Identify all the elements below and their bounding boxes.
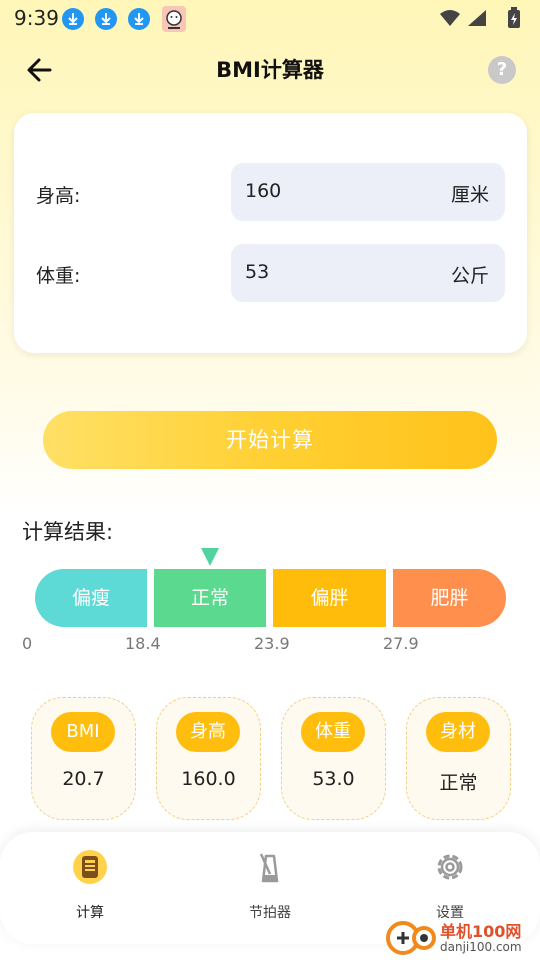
segment-normal: 正常 bbox=[154, 569, 266, 627]
stat-card-bmi: BMI 20.7 bbox=[31, 697, 136, 820]
stat-card-height: 身高 160.0 bbox=[156, 697, 261, 820]
signal-icon bbox=[468, 10, 486, 26]
result-title: 计算结果: bbox=[22, 520, 114, 544]
wifi-icon bbox=[440, 10, 460, 26]
stat-label: BMI bbox=[51, 712, 115, 752]
weight-field[interactable]: 53 公斤 bbox=[231, 244, 505, 302]
download-icon bbox=[128, 8, 150, 30]
weight-label: 体重: bbox=[36, 265, 81, 287]
battery-charging-icon bbox=[508, 7, 520, 28]
watermark: 单机100网 danji100.com bbox=[386, 918, 536, 958]
watermark-logo-icon bbox=[386, 921, 436, 955]
nav-label-calculate: 计算 bbox=[76, 905, 104, 921]
download-icon bbox=[62, 8, 84, 30]
stat-card-weight: 体重 53.0 bbox=[281, 697, 386, 820]
weight-value[interactable]: 53 bbox=[245, 261, 269, 283]
stat-card-figure: 身材 正常 bbox=[406, 697, 511, 820]
segment-underweight: 偏瘦 bbox=[35, 569, 147, 627]
tick-label: 27.9 bbox=[383, 634, 419, 653]
stat-label: 身高 bbox=[176, 712, 240, 752]
status-time: 9:39 bbox=[14, 6, 59, 30]
height-field[interactable]: 160 厘米 bbox=[231, 163, 505, 221]
status-bar: 9:39 bbox=[0, 0, 540, 38]
nav-label-metronome: 节拍器 bbox=[249, 905, 291, 921]
calculator-icon bbox=[73, 850, 107, 884]
watermark-text: 单机100网 bbox=[440, 922, 522, 941]
height-unit: 厘米 bbox=[450, 184, 489, 206]
nav-item-metronome[interactable]: 节拍器 bbox=[210, 832, 330, 944]
stat-label: 体重 bbox=[301, 712, 365, 752]
weight-unit: 公斤 bbox=[450, 265, 489, 287]
input-card: 身高: 160 厘米 体重: 53 公斤 bbox=[14, 113, 527, 353]
download-icon bbox=[95, 8, 117, 30]
stat-value: 160.0 bbox=[181, 768, 236, 790]
nav-item-calculate[interactable]: 计算 bbox=[30, 832, 150, 944]
segment-overweight: 偏胖 bbox=[273, 569, 386, 627]
status-icons bbox=[438, 6, 526, 32]
height-value[interactable]: 160 bbox=[245, 180, 281, 202]
page-title: BMI计算器 bbox=[216, 58, 324, 82]
tick-label: 23.9 bbox=[254, 634, 290, 653]
tick-label: 0 bbox=[22, 634, 33, 653]
question-icon[interactable]: ? bbox=[488, 56, 516, 84]
gear-icon bbox=[433, 850, 467, 884]
segment-obese: 肥胖 bbox=[393, 569, 506, 627]
stat-label: 身材 bbox=[426, 712, 490, 752]
stat-value: 53.0 bbox=[312, 768, 355, 790]
stat-value: 20.7 bbox=[62, 768, 105, 790]
calculate-button[interactable]: 开始计算 bbox=[43, 411, 497, 469]
bmi-indicator-marker bbox=[201, 548, 219, 566]
tick-label: 18.4 bbox=[125, 634, 161, 653]
watermark-sub: danji100.com bbox=[440, 940, 522, 954]
app-badge-icon bbox=[162, 6, 186, 32]
metronome-icon bbox=[253, 850, 287, 884]
height-label: 身高: bbox=[36, 185, 81, 207]
stat-value: 正常 bbox=[439, 772, 478, 794]
